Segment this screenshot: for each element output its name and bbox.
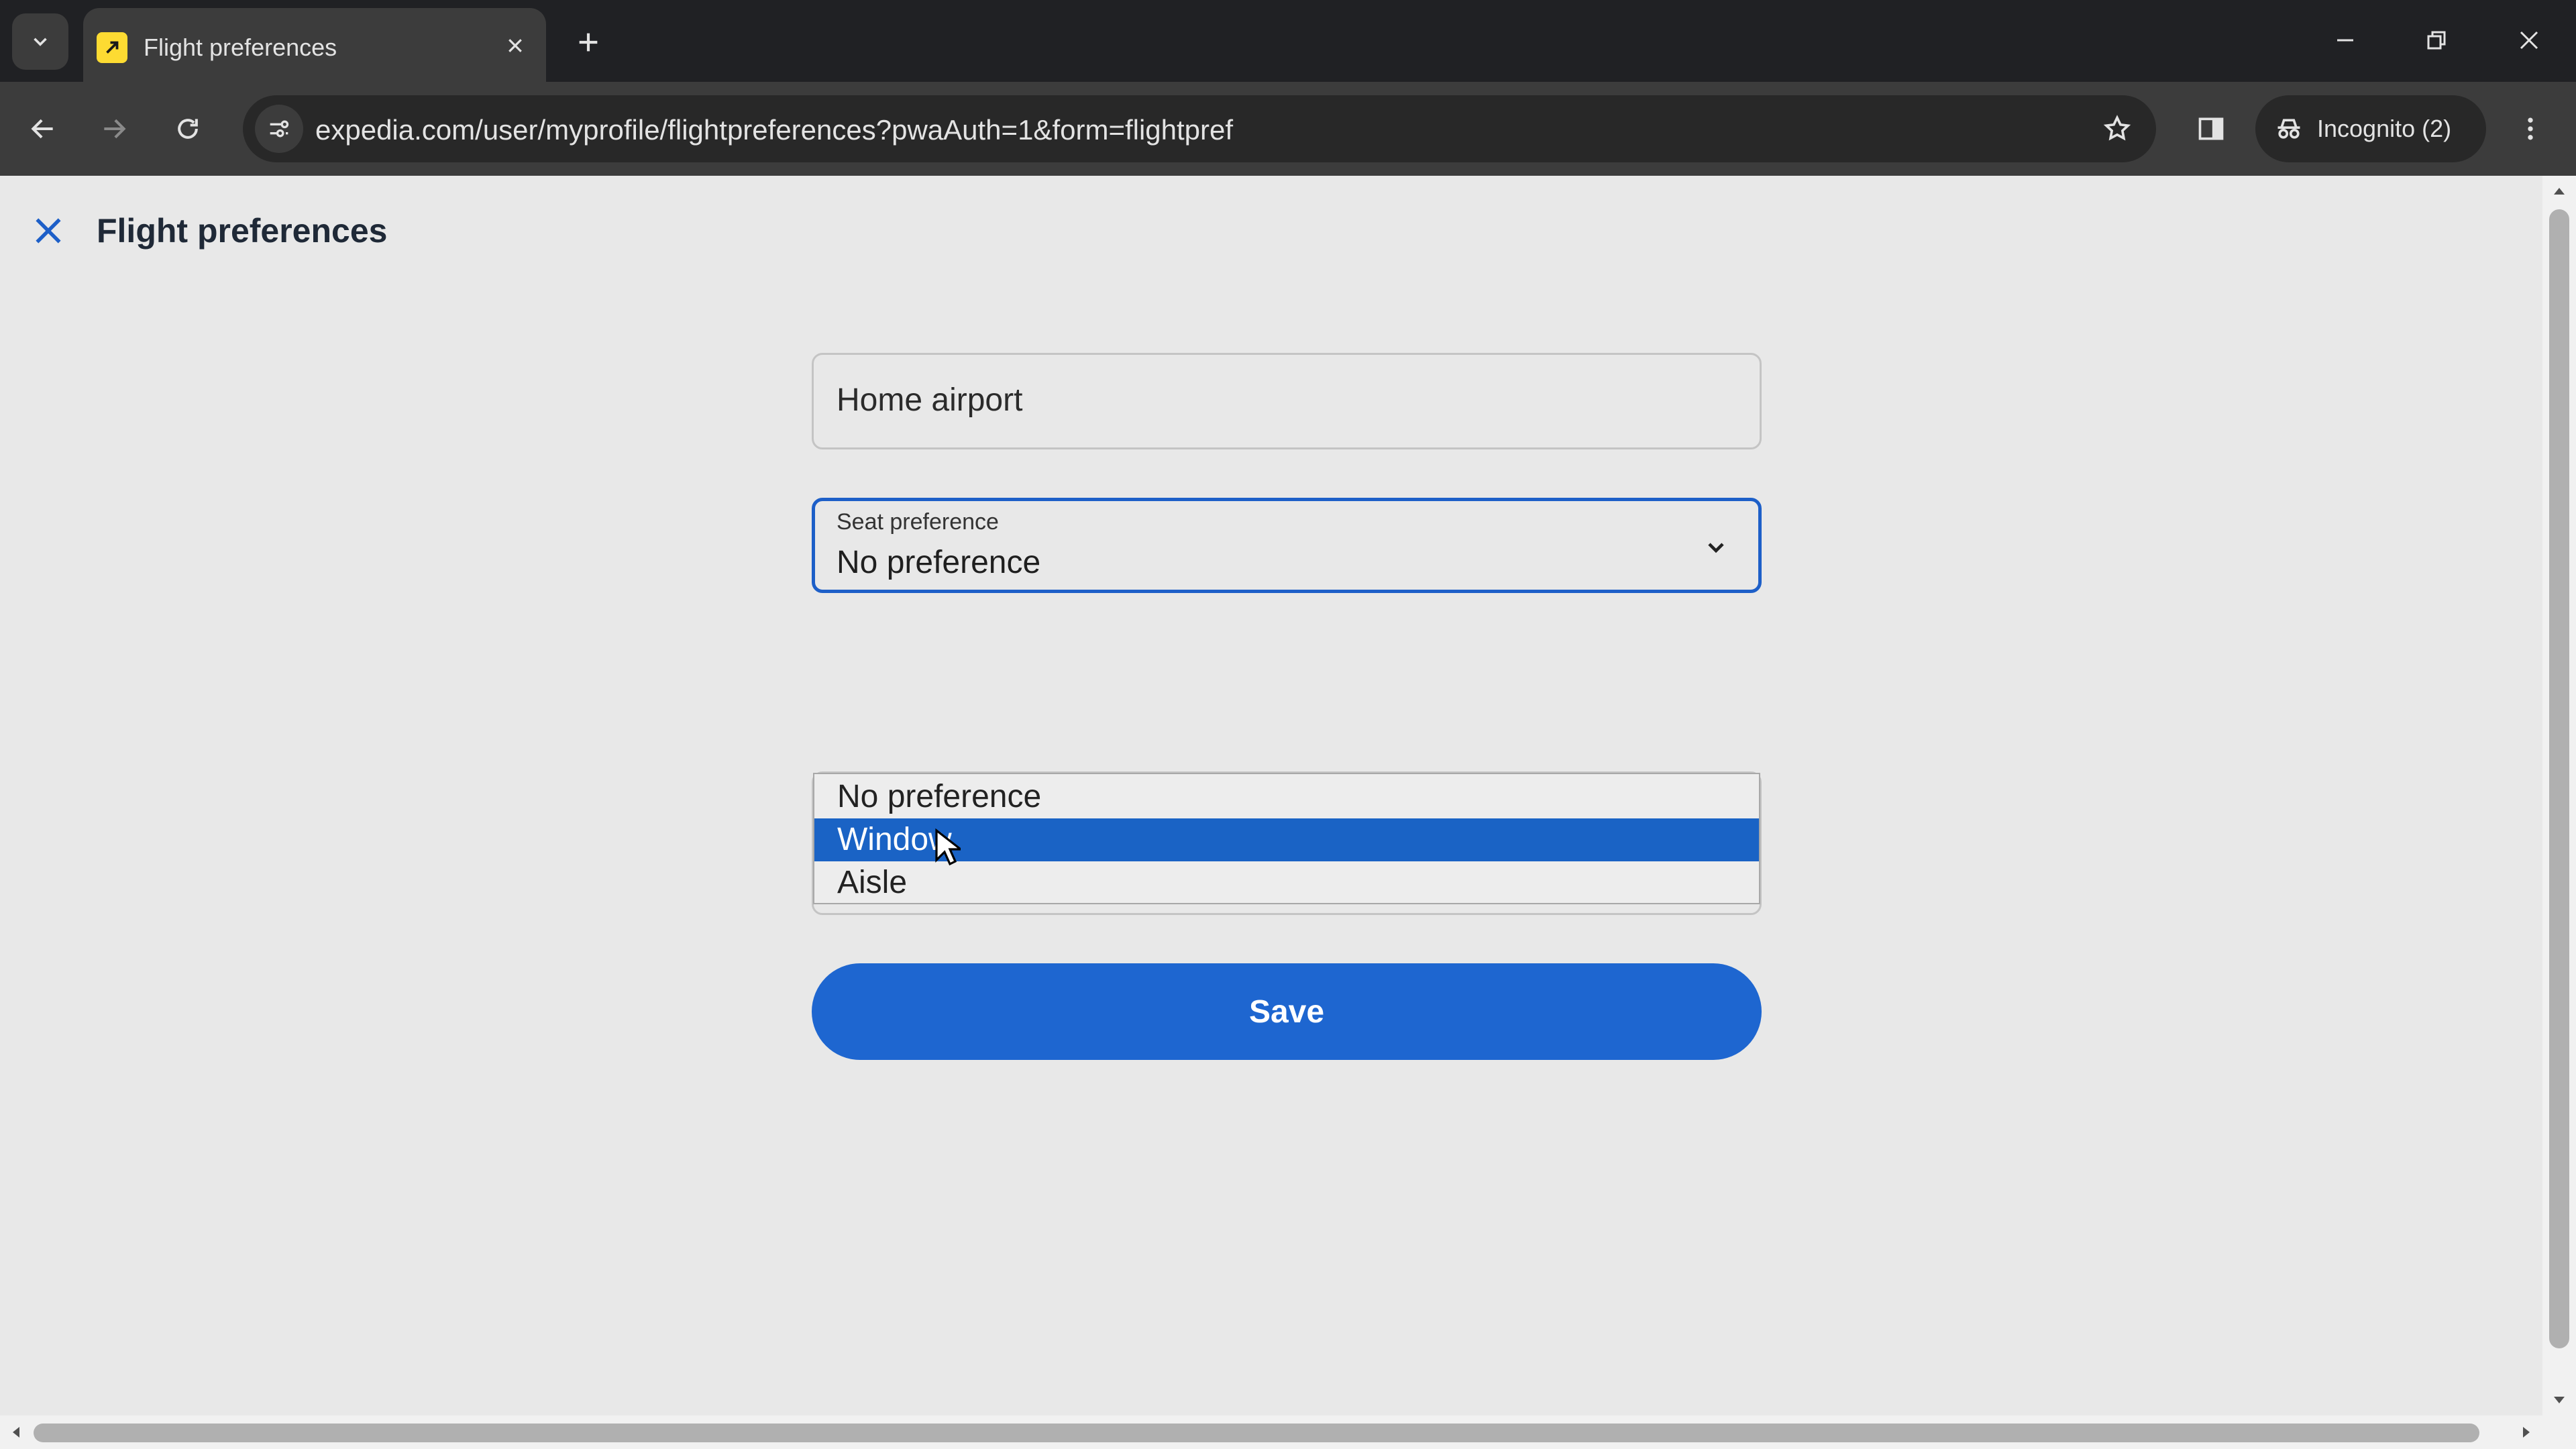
- arrow-left-icon: [13, 1427, 19, 1438]
- active-tab[interactable]: Flight preferences: [83, 8, 546, 82]
- close-page-button[interactable]: [23, 205, 74, 256]
- browser-toolbar: expedia.com/user/myprofile/flightprefere…: [0, 82, 2576, 176]
- scroll-left-button[interactable]: [0, 1415, 34, 1449]
- url-text: expedia.com/user/myprofile/flightprefere…: [315, 114, 1234, 146]
- incognito-badge[interactable]: Incognito (2): [2255, 95, 2486, 162]
- save-label: Save: [1248, 994, 1325, 1030]
- minimize-icon: [2337, 39, 2353, 42]
- restore-icon: [2427, 31, 2446, 50]
- page-content: Flight preferences Home airport Seat pre…: [0, 176, 2542, 1415]
- arrow-right-icon: [2523, 1427, 2530, 1438]
- browser-menu-button[interactable]: [2504, 102, 2557, 156]
- home-airport-field[interactable]: Home airport: [812, 353, 1762, 449]
- back-icon: [31, 119, 53, 139]
- new-tab-button[interactable]: [565, 19, 612, 66]
- plus-icon: [579, 33, 598, 52]
- tab-search-icon: [34, 38, 47, 46]
- option-no-preference[interactable]: No preference: [814, 775, 1759, 818]
- tab-search-button[interactable]: [12, 13, 68, 70]
- site-settings-button[interactable]: [255, 105, 303, 153]
- expedia-favicon-icon: [97, 32, 127, 63]
- side-panel-button[interactable]: [2184, 102, 2238, 156]
- restore-button[interactable]: [2403, 13, 2470, 67]
- forward-button[interactable]: [87, 102, 141, 156]
- vertical-scroll-thumb[interactable]: [2549, 209, 2569, 1348]
- forward-icon: [104, 119, 126, 139]
- reload-button[interactable]: [161, 102, 215, 156]
- bookmark-button[interactable]: [2093, 105, 2141, 153]
- site-settings-icon: [270, 120, 289, 138]
- incognito-icon: [2277, 119, 2300, 139]
- scroll-up-button[interactable]: [2542, 178, 2576, 205]
- address-bar[interactable]: expedia.com/user/myprofile/flightprefere…: [243, 95, 2156, 162]
- tab-close-button[interactable]: [496, 27, 534, 64]
- scroll-down-button[interactable]: [2542, 1386, 2576, 1413]
- save-button[interactable]: Save: [812, 963, 1762, 1060]
- close-icon: [508, 39, 522, 52]
- scrollbar-corner: [2542, 1415, 2576, 1449]
- seat-preference-value: No preference: [837, 545, 1041, 580]
- side-panel-icon: [2198, 117, 2224, 140]
- horizontal-scrollbar[interactable]: [0, 1415, 2542, 1449]
- minimize-button[interactable]: [2312, 13, 2379, 67]
- vertical-scrollbar[interactable]: [2542, 176, 2576, 1415]
- tab-strip: Flight preferences: [0, 0, 2576, 82]
- close-icon: [2520, 31, 2538, 50]
- tab-title: Flight preferences: [144, 34, 337, 61]
- incognito-label: Incognito (2): [2317, 115, 2452, 142]
- chevron-down-icon: [1699, 531, 1733, 564]
- arrow-up-icon: [2554, 188, 2565, 195]
- cursor-icon: [935, 828, 961, 866]
- horizontal-scroll-thumb[interactable]: [34, 1424, 2479, 1442]
- seat-preference-label: Seat preference: [837, 509, 999, 535]
- window-close-button[interactable]: [2496, 13, 2563, 67]
- star-icon: [2103, 115, 2131, 141]
- home-airport-placeholder: Home airport: [837, 382, 1023, 418]
- page-title: Flight preferences: [97, 212, 388, 250]
- more-icon: [2528, 117, 2533, 140]
- seat-preference-select[interactable]: Seat preference No preference: [812, 498, 1762, 593]
- reload-icon: [178, 119, 198, 139]
- arrow-down-icon: [2554, 1397, 2565, 1403]
- close-icon: [36, 218, 61, 244]
- back-button[interactable]: [16, 102, 70, 156]
- scroll-right-button[interactable]: [2509, 1415, 2542, 1449]
